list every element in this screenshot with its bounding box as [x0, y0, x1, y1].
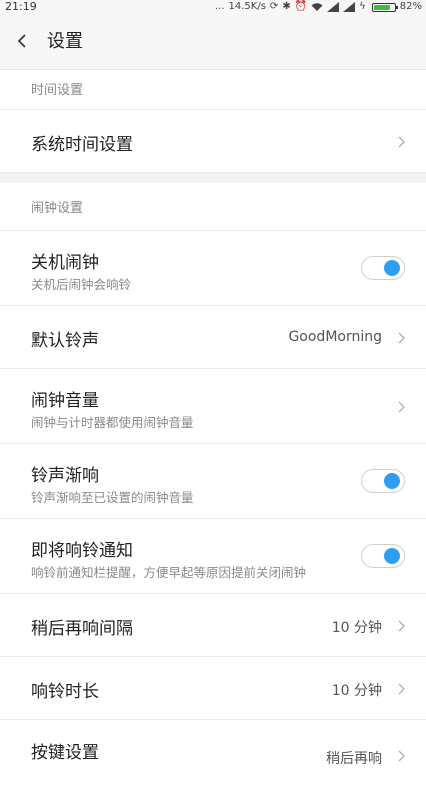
chevron-right-icon: [398, 136, 405, 148]
row-value: 稍后再响: [326, 751, 382, 767]
ring-duration-row[interactable]: 响铃时长 10 分钟: [0, 657, 426, 720]
battery-icon: [371, 2, 398, 12]
status-bar: 21:19 ... 14.5K/s ⟳ ✱ ⏰ ϟ 82%: [0, 0, 426, 14]
row-label: 闹钟音量: [31, 391, 99, 411]
section-divider: [0, 173, 426, 183]
key-settings-row[interactable]: 按键设置 稍后再响: [0, 720, 426, 790]
snooze-interval-row[interactable]: 稍后再响间隔 10 分钟: [0, 594, 426, 657]
row-subtitle: 响铃前通知栏提醒，方便早起等原因提前关闭闹钟: [31, 565, 307, 580]
chevron-right-icon: [398, 620, 405, 632]
status-icons: ... 14.5K/s ⟳ ✱ ⏰ ϟ 82%: [215, 0, 422, 14]
signal-icon: [327, 2, 340, 12]
fade-in-toggle[interactable]: [361, 469, 405, 493]
power-off-alarm-toggle[interactable]: [361, 256, 405, 280]
charging-icon: ϟ: [359, 1, 366, 12]
upcoming-notice-toggle[interactable]: [361, 544, 405, 568]
row-label: 系统时间设置: [31, 135, 133, 155]
power-off-alarm-row[interactable]: 关机闹钟 关机后闹钟会响铃: [0, 231, 426, 306]
alarm-volume-row[interactable]: 闹钟音量 闹钟与计时器都使用闹钟音量: [0, 369, 426, 444]
section-title-time: 时间设置: [0, 70, 426, 110]
battery-fill: [373, 4, 391, 10]
bluetooth-icon: ✱: [282, 1, 291, 12]
alarm-icon: ⏰: [294, 1, 308, 12]
toggle-knob: [384, 548, 400, 564]
settings-list: 时间设置 系统时间设置 闹钟设置 关机闹钟 关机后闹钟会响铃 默认铃声 Good…: [0, 70, 426, 790]
section-title-alarm: 闹钟设置: [0, 183, 426, 231]
signal-icon: [343, 2, 356, 12]
page-title: 设置: [47, 31, 83, 52]
fade-in-row[interactable]: 铃声渐响 铃声渐响至已设置的闹钟音量: [0, 444, 426, 519]
row-label: 即将响铃通知: [31, 541, 133, 561]
row-subtitle: 关机后闹钟会响铃: [31, 277, 132, 292]
status-time: 21:19: [5, 0, 37, 13]
network-speed: 14.5K/s: [228, 1, 266, 12]
toggle-knob: [384, 473, 400, 489]
chevron-right-icon: [398, 401, 405, 413]
battery-percent: 82%: [399, 1, 422, 12]
row-label: 按键设置: [31, 743, 99, 763]
row-label: 稍后再响间隔: [31, 619, 133, 639]
row-value: GoodMorning: [288, 329, 382, 345]
row-label: 默认铃声: [31, 331, 99, 351]
row-value: 10 分钟: [331, 620, 382, 636]
chevron-right-icon: [398, 332, 405, 344]
chevron-right-icon: [398, 683, 405, 695]
row-label: 铃声渐响: [31, 466, 99, 486]
chevron-right-icon: [398, 750, 405, 762]
system-time-row[interactable]: 系统时间设置: [0, 110, 426, 173]
toggle-knob: [384, 260, 400, 276]
wifi-icon: [311, 3, 323, 11]
upcoming-notice-row[interactable]: 即将响铃通知 响铃前通知栏提醒，方便早起等原因提前关闭闹钟: [0, 519, 426, 594]
row-value: 10 分钟: [331, 683, 382, 699]
row-subtitle: 闹钟与计时器都使用闹钟音量: [31, 415, 194, 430]
header: 设置: [0, 14, 426, 70]
row-label: 关机闹钟: [31, 253, 99, 273]
row-label: 响铃时长: [31, 682, 99, 702]
sync-icon: ⟳: [269, 1, 279, 12]
more-dots: ...: [214, 1, 225, 12]
default-ringtone-row[interactable]: 默认铃声 GoodMorning: [0, 306, 426, 369]
row-subtitle: 铃声渐响至已设置的闹钟音量: [31, 490, 194, 505]
back-arrow-icon[interactable]: [16, 34, 28, 48]
